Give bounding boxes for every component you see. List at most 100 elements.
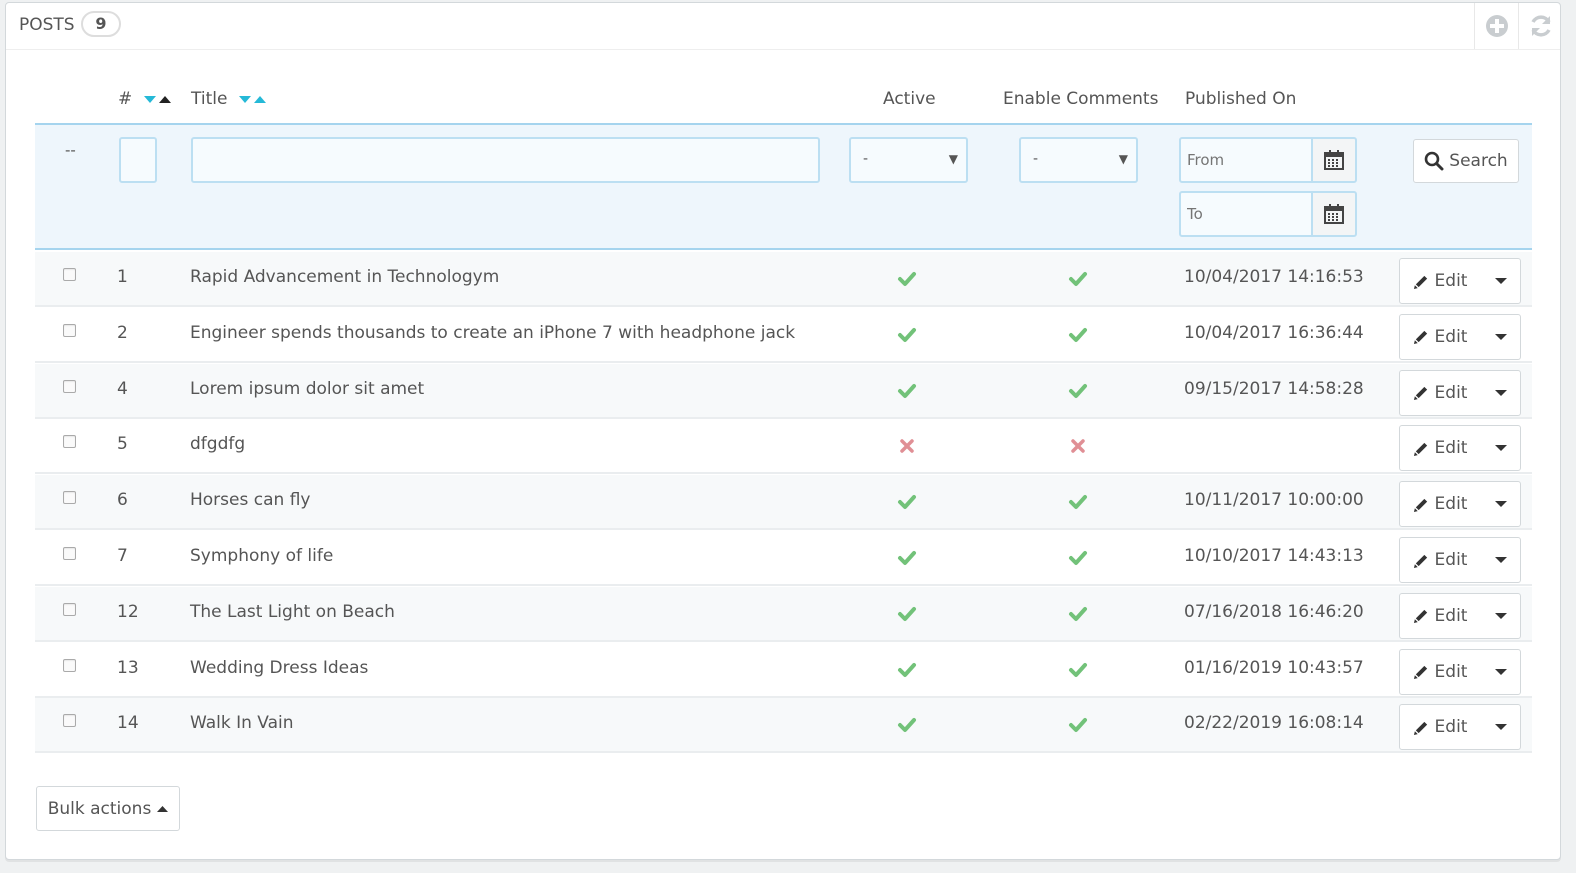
id-filter-input[interactable]: [119, 137, 157, 183]
post-title[interactable]: Lorem ipsum dolor sit amet: [190, 379, 424, 399]
edit-button-group: Edit: [1399, 313, 1521, 360]
date-to-input[interactable]: [1179, 191, 1313, 237]
inactive-cross-icon[interactable]: [897, 436, 917, 456]
comments-enabled-check-icon[interactable]: [1068, 715, 1088, 735]
pencil-icon: [1413, 275, 1427, 289]
table-row[interactable]: 13 Wedding Dress Ideas 01/16/2019 10:43:57…: [35, 643, 1532, 698]
active-check-icon[interactable]: [897, 660, 917, 680]
title-filter-input[interactable]: [191, 137, 820, 183]
edit-button[interactable]: Edit: [1400, 426, 1480, 470]
row-checkbox[interactable]: [63, 491, 76, 505]
bulk-actions-button[interactable]: Bulk actions: [36, 786, 180, 831]
post-title[interactable]: Horses can fly: [190, 490, 310, 510]
edit-button[interactable]: Edit: [1400, 594, 1480, 638]
filter-row: -- - ▼ - ▼ From To Search: [35, 123, 1532, 250]
refresh-icon: [1530, 15, 1551, 37]
active-filter-select[interactable]: - ▼: [849, 137, 968, 183]
active-check-icon[interactable]: [897, 269, 917, 289]
table-row[interactable]: 2 Engineer spends thousands to create an …: [35, 308, 1532, 363]
post-title[interactable]: dfgdfg: [190, 434, 245, 454]
row-checkbox[interactable]: [63, 435, 76, 449]
comments-disabled-cross-icon[interactable]: [1068, 436, 1088, 456]
row-checkbox[interactable]: [63, 379, 76, 393]
comments-enabled-check-icon[interactable]: [1068, 325, 1088, 345]
post-id: 2: [117, 322, 128, 343]
date-from-calendar-button[interactable]: [1311, 137, 1357, 183]
row-actions-dropdown-toggle[interactable]: [1486, 594, 1516, 638]
active-check-icon[interactable]: [897, 492, 917, 512]
date-from-input[interactable]: [1179, 137, 1313, 183]
table-row[interactable]: 6 Horses can fly 10/11/2017 10:00:00 Edit: [35, 475, 1532, 531]
row-checkbox[interactable]: [63, 658, 76, 672]
published-date: 10/10/2017 14:43:13: [1184, 546, 1364, 566]
post-id: 12: [117, 601, 139, 622]
pencil-icon: [1413, 721, 1427, 735]
edit-button-group: Edit: [1399, 537, 1521, 583]
filter-placeholder-dash: --: [65, 141, 76, 159]
table-row[interactable]: 7 Symphony of life 10/10/2017 14:43:13 Edit: [35, 531, 1532, 586]
caret-down-icon: [1495, 557, 1507, 563]
select-caret-icon: ▼: [948, 152, 958, 166]
caret-down-icon: [1495, 668, 1507, 675]
comments-filter-select[interactable]: - ▼: [1019, 137, 1138, 183]
edit-button[interactable]: Edit: [1400, 259, 1480, 303]
table-row[interactable]: 14 Walk In Vain 02/22/2019 16:08:14 Edit: [35, 698, 1532, 754]
row-actions-dropdown-toggle[interactable]: [1486, 538, 1516, 582]
pencil-icon: [1413, 331, 1427, 345]
sort-arrows-icon[interactable]: [142, 93, 172, 105]
plus-circle-icon: [1485, 15, 1508, 37]
table-row[interactable]: 1 Rapid Advancement in Technologym 10/04/2…: [35, 252, 1532, 307]
column-header-published-on: Published On: [1185, 89, 1297, 109]
row-actions-dropdown-toggle[interactable]: [1486, 315, 1516, 359]
search-button[interactable]: Search: [1413, 139, 1519, 183]
row-checkbox[interactable]: [63, 268, 76, 281]
active-check-icon[interactable]: [897, 381, 917, 401]
table-row[interactable]: 12 The Last Light on Beach 07/16/2018 16:4…: [35, 586, 1532, 642]
table-row[interactable]: 4 Lorem ipsum dolor sit amet 09/15/2017 14…: [35, 363, 1532, 419]
comments-enabled-check-icon[interactable]: [1068, 492, 1088, 512]
active-check-icon[interactable]: [897, 548, 917, 568]
table-row[interactable]: 5 dfgdfg Edit: [35, 419, 1532, 475]
edit-button-group: Edit: [1399, 648, 1521, 695]
row-checkbox[interactable]: [63, 602, 76, 616]
row-actions-dropdown-toggle[interactable]: [1486, 650, 1516, 694]
comments-enabled-check-icon[interactable]: [1068, 269, 1088, 289]
post-title[interactable]: Walk In Vain: [190, 713, 294, 733]
comments-enabled-check-icon[interactable]: [1068, 604, 1088, 624]
panel-heading: POSTS 9: [6, 3, 1560, 50]
posts-panel: POSTS 9 # Title Active Enable Comments P…: [5, 2, 1561, 860]
post-title[interactable]: Engineer spends thousands to create an i…: [190, 323, 795, 343]
row-actions-dropdown-toggle[interactable]: [1486, 705, 1516, 749]
edit-button[interactable]: Edit: [1400, 650, 1480, 694]
active-check-icon[interactable]: [897, 325, 917, 345]
post-title[interactable]: The Last Light on Beach: [190, 602, 395, 622]
row-checkbox[interactable]: [63, 323, 76, 337]
post-title[interactable]: Rapid Advancement in Technologym: [190, 267, 499, 287]
post-title[interactable]: Symphony of life: [190, 546, 333, 566]
row-actions-dropdown-toggle[interactable]: [1486, 259, 1516, 303]
date-to-calendar-button[interactable]: [1311, 191, 1357, 237]
caret-down-icon: [1495, 389, 1507, 396]
active-check-icon[interactable]: [897, 604, 917, 624]
sort-arrows-icon[interactable]: [237, 93, 267, 105]
published-date: 02/22/2019 16:08:14: [1184, 713, 1364, 734]
comments-enabled-check-icon[interactable]: [1068, 548, 1088, 568]
edit-button[interactable]: Edit: [1400, 705, 1480, 749]
edit-button[interactable]: Edit: [1400, 315, 1480, 359]
add-post-button[interactable]: [1474, 3, 1518, 49]
edit-button[interactable]: Edit: [1400, 371, 1480, 415]
active-check-icon[interactable]: [897, 715, 917, 735]
refresh-list-button[interactable]: [1518, 3, 1562, 49]
comments-enabled-check-icon[interactable]: [1068, 381, 1088, 401]
posts-count-badge: 9: [81, 11, 121, 37]
row-actions-dropdown-toggle[interactable]: [1486, 426, 1516, 470]
row-actions-dropdown-toggle[interactable]: [1486, 371, 1516, 415]
comments-enabled-check-icon[interactable]: [1068, 660, 1088, 680]
row-checkbox[interactable]: [63, 714, 76, 728]
row-actions-dropdown-toggle[interactable]: [1486, 482, 1516, 526]
edit-button-group: Edit: [1399, 481, 1521, 528]
edit-button[interactable]: Edit: [1400, 538, 1480, 582]
post-title[interactable]: Wedding Dress Ideas: [190, 658, 368, 678]
row-checkbox[interactable]: [63, 547, 76, 560]
edit-button[interactable]: Edit: [1400, 482, 1480, 526]
